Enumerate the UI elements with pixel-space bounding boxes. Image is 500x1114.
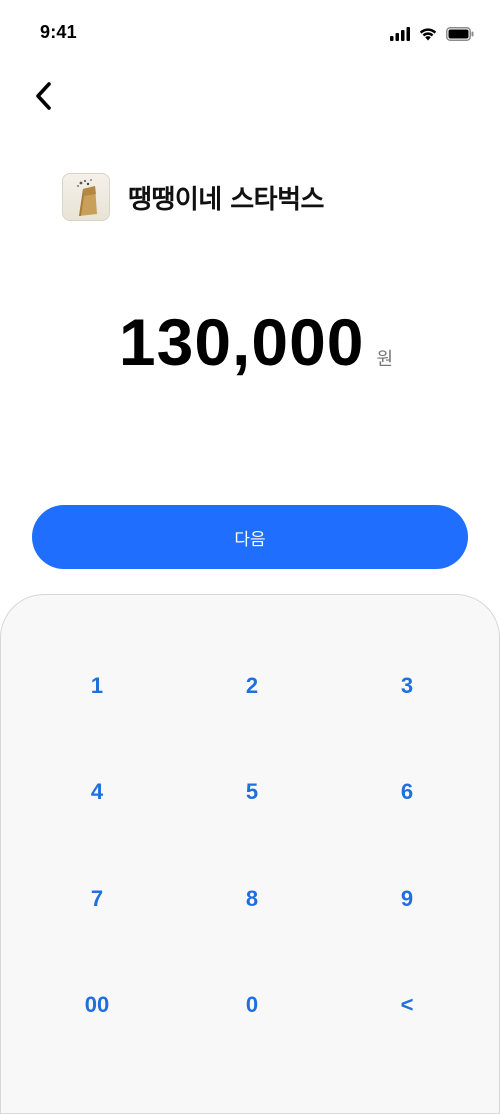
keypad-key-7[interactable]: 7 bbox=[37, 859, 157, 939]
keypad-key-0[interactable]: 0 bbox=[192, 965, 312, 1045]
battery-icon bbox=[446, 26, 474, 45]
next-button[interactable]: 다음 bbox=[32, 505, 468, 569]
status-icons bbox=[390, 26, 474, 45]
keypad-key-6[interactable]: 6 bbox=[347, 752, 467, 832]
wifi-icon bbox=[418, 26, 438, 45]
status-time: 9:41 bbox=[40, 22, 77, 42]
keypad-key-8[interactable]: 8 bbox=[192, 859, 312, 939]
keypad-key-00[interactable]: 00 bbox=[37, 965, 157, 1045]
status-bar: 9:41 bbox=[0, 0, 500, 60]
account-name: 땡땡이네 스타벅스 bbox=[128, 184, 324, 215]
keypad-key-backspace[interactable]: < bbox=[347, 965, 467, 1045]
amount-unit: 원 bbox=[376, 349, 394, 370]
paper-bag-coffee-icon bbox=[62, 173, 110, 221]
keypad-key-1[interactable]: 1 bbox=[37, 646, 157, 726]
keypad: 1 2 3 4 5 6 7 8 9 00 0 < bbox=[0, 594, 500, 1114]
keypad-key-2[interactable]: 2 bbox=[192, 646, 312, 726]
keypad-key-9[interactable]: 9 bbox=[347, 859, 467, 939]
signal-icon bbox=[390, 26, 410, 45]
keypad-key-5[interactable]: 5 bbox=[192, 752, 312, 832]
back-button[interactable] bbox=[26, 80, 62, 116]
amount-display: 130,000 원 bbox=[0, 304, 500, 394]
chevron-left-icon bbox=[33, 81, 55, 115]
account-row: 땡땡이네 스타벅스 bbox=[62, 172, 324, 222]
keypad-key-4[interactable]: 4 bbox=[37, 752, 157, 832]
amount-value: 130,000 bbox=[118, 305, 365, 379]
keypad-key-3[interactable]: 3 bbox=[347, 646, 467, 726]
